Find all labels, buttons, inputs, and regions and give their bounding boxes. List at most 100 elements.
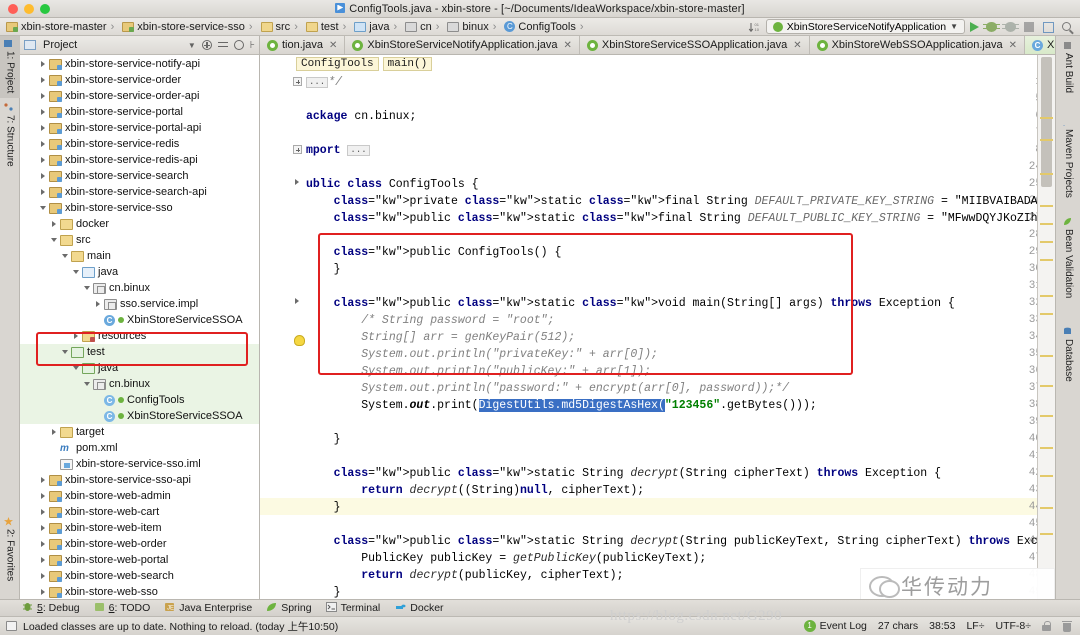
breadcrumb-item-3[interactable]: test › bbox=[304, 21, 352, 33]
tree-arrow-icon[interactable] bbox=[61, 348, 70, 357]
close-tab-icon[interactable]: ✕ bbox=[564, 40, 572, 51]
editor-tab-1[interactable]: XbinStoreServiceNotifyApplication.java ✕ bbox=[345, 36, 580, 54]
tree-item-xbin-store-web-order[interactable]: xbin-store-web-order bbox=[20, 536, 259, 552]
code-line[interactable]: PublicKey publicKey = getPublicKey(publi… bbox=[306, 550, 706, 567]
stop-button[interactable] bbox=[1022, 20, 1036, 34]
code-line[interactable]: class="kw">public class="kw">static clas… bbox=[306, 210, 1055, 227]
collapse-all-icon[interactable] bbox=[217, 40, 228, 50]
tool-button-debug[interactable]: 5: Debug bbox=[22, 602, 80, 615]
sidebar-item-favorites[interactable]: 2: Favorites bbox=[0, 514, 20, 592]
tree-arrow-icon[interactable] bbox=[39, 156, 48, 165]
tree-arrow-icon[interactable] bbox=[39, 508, 48, 517]
tree-item-cn-binux[interactable]: cn.binux bbox=[20, 280, 259, 296]
tree-item-pom-xml[interactable]: m pom.xml bbox=[20, 440, 259, 456]
breadcrumb-item-4[interactable]: java › bbox=[352, 21, 403, 33]
code-line[interactable]: ublic class ConfigTools { bbox=[306, 176, 479, 193]
fold-marker-icon[interactable] bbox=[293, 77, 302, 86]
tree-arrow-icon[interactable] bbox=[39, 76, 48, 85]
tree-arrow-icon[interactable] bbox=[50, 236, 59, 245]
code-line[interactable]: } bbox=[306, 261, 341, 278]
tree-arrow-icon[interactable] bbox=[50, 220, 59, 229]
tool-button-terminal[interactable]: Terminal bbox=[325, 601, 380, 615]
tree-item-xbin-store-service-portal-api[interactable]: xbin-store-service-portal-api bbox=[20, 120, 259, 136]
tree-item-xbin-store-web-item[interactable]: xbin-store-web-item bbox=[20, 520, 259, 536]
tree-item-cn-binux[interactable]: cn.binux bbox=[20, 376, 259, 392]
code-line[interactable]: class="kw">public class="kw">static clas… bbox=[306, 295, 955, 312]
code-line[interactable]: return decrypt((String)null, cipherText)… bbox=[306, 482, 644, 499]
tree-item-xbin-store-service-sso-iml[interactable]: xbin-store-service-sso.iml bbox=[20, 456, 259, 472]
code-line[interactable]: return decrypt(publicKey, cipherText); bbox=[306, 567, 623, 584]
chevron-down-icon[interactable]: ▼ bbox=[188, 41, 196, 50]
tree-arrow-icon[interactable] bbox=[39, 492, 48, 501]
tree-item-xbin-store-web-portal[interactable]: xbin-store-web-portal bbox=[20, 552, 259, 568]
breadcrumb-class[interactable]: ConfigTools bbox=[296, 57, 379, 71]
editor-tab-3[interactable]: XbinStoreWebSSOApplication.java ✕ bbox=[809, 36, 1025, 54]
editor-tab-4[interactable]: CXbinStoreWebSsoApplicationTests.java✕ bbox=[1024, 36, 1055, 54]
tree-item-java[interactable]: java bbox=[20, 264, 259, 280]
add-icon[interactable] bbox=[201, 40, 212, 50]
tree-arrow-icon[interactable] bbox=[39, 92, 48, 101]
tree-item-xbin-store-web-search[interactable]: xbin-store-web-search bbox=[20, 568, 259, 584]
sidebar-item-ant-build[interactable]: Ant Build bbox=[1056, 38, 1080, 106]
tree-arrow-icon[interactable] bbox=[61, 252, 70, 261]
sidebar-item-project[interactable]: 1: Project bbox=[0, 36, 20, 98]
tree-item-xbin-store-service-redis[interactable]: xbin-store-service-redis bbox=[20, 136, 259, 152]
layout-button[interactable] bbox=[1041, 20, 1055, 34]
tree-item-xbin-store-service-sso-api[interactable]: xbin-store-service-sso-api bbox=[20, 472, 259, 488]
tree-item-xbin-store-web-sso[interactable]: xbin-store-web-sso bbox=[20, 584, 259, 599]
code-line[interactable]: class="kw">public ConfigTools() { bbox=[306, 244, 562, 261]
tree-item-xbin-store-service-search[interactable]: xbin-store-service-search bbox=[20, 168, 259, 184]
sidebar-item-maven-projects[interactable]: m Maven Projects bbox=[1056, 114, 1080, 206]
trash-icon[interactable] bbox=[1062, 620, 1072, 632]
code-line[interactable]: System.out.println("password:" + encrypt… bbox=[306, 380, 789, 397]
code-line[interactable]: System.out.println("privateKey:" + arr[0… bbox=[306, 346, 658, 363]
tool-button-spring[interactable]: Spring bbox=[266, 602, 312, 615]
tree-item-resources[interactable]: resources bbox=[20, 328, 259, 344]
close-tab-icon[interactable]: ✕ bbox=[329, 40, 337, 51]
tree-arrow-icon[interactable] bbox=[39, 172, 48, 181]
tree-arrow-icon[interactable] bbox=[39, 588, 48, 597]
tree-item-configtools[interactable]: C ConfigTools bbox=[20, 392, 259, 408]
hide-icon[interactable]: ⊦ bbox=[250, 40, 255, 51]
code-line[interactable]: mport ... bbox=[306, 142, 370, 159]
code-line[interactable]: System.out.println("publicKey:" + arr[1]… bbox=[306, 363, 651, 380]
tree-item-xbinstoreservicessoa[interactable]: C XbinStoreServiceSSOA bbox=[20, 408, 259, 424]
code-line[interactable]: String[] arr = genKeyPair(512); bbox=[306, 329, 575, 346]
tree-arrow-icon[interactable] bbox=[39, 188, 48, 197]
breadcrumb-item-5[interactable]: cn › bbox=[403, 21, 445, 33]
code-line[interactable]: ackage cn.binux; bbox=[306, 108, 416, 125]
tree-item-target[interactable]: target bbox=[20, 424, 259, 440]
tree-item-xbin-store-service-order[interactable]: xbin-store-service-order bbox=[20, 72, 259, 88]
tool-button-java-enterprise[interactable]: JE Java Enterprise bbox=[164, 602, 252, 615]
run-with-coverage-button[interactable] bbox=[1002, 20, 1019, 34]
tree-item-main[interactable]: main bbox=[20, 248, 259, 264]
sidebar-item-structure[interactable]: 7: Structure bbox=[0, 100, 20, 174]
event-log-button[interactable]: 1 Event Log bbox=[803, 620, 867, 632]
tree-arrow-icon[interactable] bbox=[39, 572, 48, 581]
tree-item-java[interactable]: java bbox=[20, 360, 259, 376]
code-line[interactable]: class="kw">public class="kw">static Stri… bbox=[306, 465, 941, 482]
tree-arrow-icon[interactable] bbox=[39, 60, 48, 69]
debug-button[interactable] bbox=[983, 20, 1000, 34]
tree-item-xbinstoreservicessoa[interactable]: C XbinStoreServiceSSOA bbox=[20, 312, 259, 328]
gear-icon[interactable] bbox=[233, 40, 244, 50]
code-editor[interactable]: 1567824252627282930313233343536373839404… bbox=[260, 73, 1055, 599]
sidebar-item-database[interactable]: Database bbox=[1056, 324, 1080, 390]
project-tree[interactable]: xbin-store-service-notify-api xbin-store-… bbox=[20, 55, 259, 599]
fold-marker-icon[interactable] bbox=[293, 145, 302, 154]
code-line[interactable]: ... */ bbox=[306, 74, 342, 91]
intention-bulb-icon[interactable] bbox=[294, 335, 305, 346]
tree-item-xbin-store-service-search-api[interactable]: xbin-store-service-search-api bbox=[20, 184, 259, 200]
code-line[interactable]: /* String password = "root"; bbox=[306, 312, 554, 329]
tree-arrow-icon[interactable] bbox=[72, 332, 81, 341]
breadcrumb-item-0[interactable]: xbin-store-master › bbox=[4, 21, 120, 33]
editor-marker-bar[interactable] bbox=[1037, 55, 1055, 599]
close-tab-icon[interactable]: ✕ bbox=[1009, 40, 1017, 51]
run-configuration-selector[interactable]: XbinStoreServiceNotifyApplication ▼ bbox=[765, 19, 965, 34]
tree-item-test[interactable]: test bbox=[20, 344, 259, 360]
breadcrumb-item-1[interactable]: xbin-store-service-sso › bbox=[120, 21, 258, 33]
tree-item-xbin-store-web-cart[interactable]: xbin-store-web-cart bbox=[20, 504, 259, 520]
tree-item-xbin-store-service-redis-api[interactable]: xbin-store-service-redis-api bbox=[20, 152, 259, 168]
tree-arrow-icon[interactable] bbox=[39, 524, 48, 533]
file-encoding[interactable]: UTF-8÷ bbox=[995, 620, 1031, 632]
